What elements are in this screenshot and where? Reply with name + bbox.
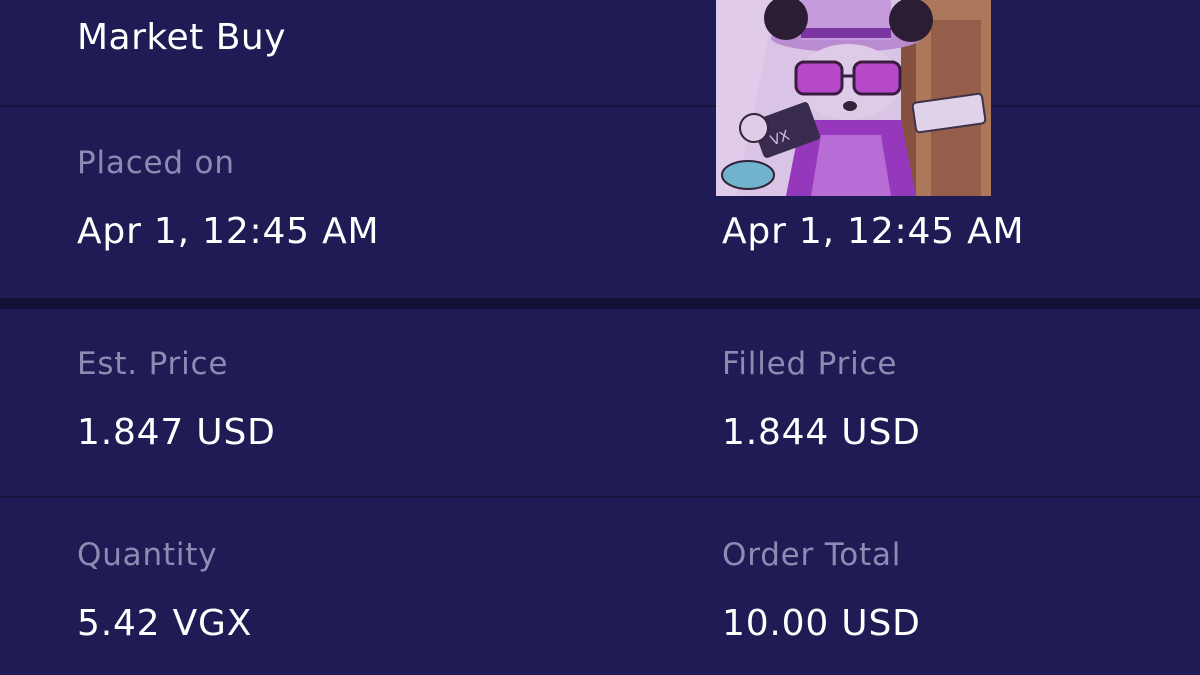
filled-price-label: Filled Price (722, 346, 898, 382)
quantity-value: 5.42 VGX (77, 603, 253, 644)
section-divider (0, 298, 1200, 309)
placed-on-label: Placed on (77, 145, 235, 181)
cartoon-mouse-artwork-icon: VX (716, 0, 991, 196)
placed-on-value: Apr 1, 12:45 AM (77, 211, 380, 252)
completed-on-value: Apr 1, 12:45 AM (722, 211, 1025, 252)
est-price-value: 1.847 USD (77, 412, 276, 453)
divider (0, 105, 1200, 107)
filled-price-value: 1.844 USD (722, 412, 921, 453)
divider (0, 496, 1200, 498)
quantity-label: Quantity (77, 537, 218, 573)
order-total-label: Order Total (722, 537, 902, 573)
order-type-title: Market Buy (77, 17, 287, 58)
est-price-label: Est. Price (77, 346, 229, 382)
order-total-value: 10.00 USD (722, 603, 921, 644)
order-details-screen: Market Buy Placed on Apr 1, 12:45 AM Apr… (0, 0, 1200, 675)
